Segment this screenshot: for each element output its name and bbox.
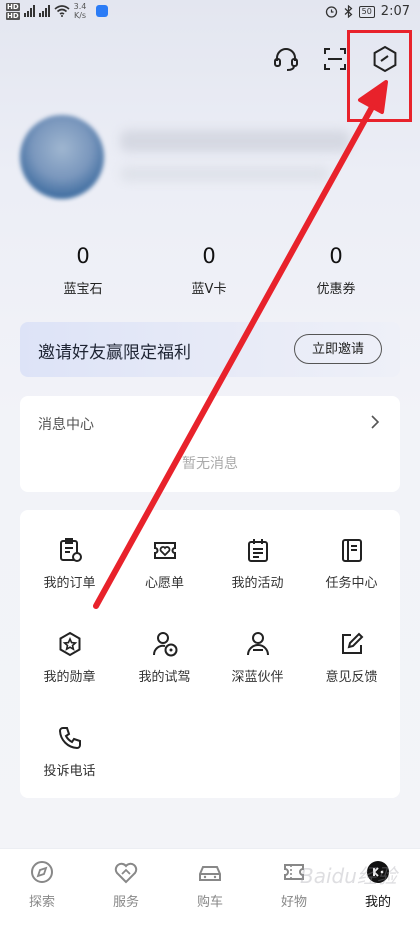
hd-badge-icon: HD	[6, 2, 20, 11]
invite-now-button[interactable]: 立即邀请	[294, 334, 382, 364]
feedback-icon	[341, 632, 363, 654]
grid-item-activities[interactable]: 我的活动	[210, 536, 305, 616]
signal-icon	[23, 5, 35, 17]
car-icon	[199, 866, 221, 881]
alarm-icon	[325, 6, 337, 18]
bluetooth-icon	[344, 5, 353, 18]
grid-item-label: 意见反馈	[325, 670, 378, 685]
customer-service-button[interactable]	[269, 42, 303, 76]
tab-label: 我的	[364, 895, 391, 910]
grid-item-feedback[interactable]: 意见反馈	[304, 630, 399, 710]
stat-sapphire[interactable]: 0 蓝宝石	[23, 244, 143, 297]
grid-item-label: 我的活动	[231, 576, 284, 591]
grid-item-task-center[interactable]: 任务中心	[304, 536, 399, 616]
status-left: HD HD 3.4 K/s	[6, 2, 109, 20]
order-icon	[59, 538, 82, 562]
stat-label: 优惠券	[316, 282, 356, 297]
stats-row: 0 蓝宝石 0 蓝V卡 0 优惠券	[0, 244, 420, 304]
grid-item-partner[interactable]: 深蓝伙伴	[210, 630, 305, 710]
grid-item-label: 投诉电话	[43, 764, 96, 779]
compass-icon	[31, 861, 53, 883]
clock: 2:07	[380, 4, 410, 19]
grid-item-label: 我的勋章	[43, 670, 96, 685]
wifi-icon	[54, 5, 70, 17]
battery-icon: 50	[358, 5, 375, 18]
stat-coupons[interactable]: 0 优惠券	[276, 244, 396, 297]
headset-icon	[274, 48, 298, 71]
blurred-username	[120, 130, 350, 152]
invite-banner[interactable]: 邀请好友赢限定福利 立即邀请	[20, 322, 400, 377]
scan-icon	[324, 48, 346, 70]
status-right: 50 2:07	[325, 4, 410, 19]
test-drive-icon	[152, 632, 177, 657]
stat-label: 蓝宝石	[63, 282, 103, 297]
grid-item-medals[interactable]: 我的勋章	[22, 630, 117, 710]
service-icon	[114, 862, 138, 884]
partner-icon	[246, 632, 269, 656]
task-icon	[341, 539, 362, 562]
grid-item-label: 我的试驾	[138, 670, 191, 685]
tab-buy-car[interactable]: 购车	[168, 859, 252, 910]
phone-icon	[58, 727, 81, 750]
grid-item-label: 我的订单	[43, 576, 96, 591]
stat-value: 0	[202, 244, 216, 268]
annotation-highlight-box	[347, 30, 412, 122]
grid-item-label: 任务中心	[325, 576, 378, 591]
grid-item-label: 心愿单	[144, 576, 184, 591]
medal-icon	[59, 631, 80, 657]
shield-app-icon	[96, 5, 109, 17]
grid-item-wishlist[interactable]: 心愿单	[117, 536, 212, 616]
tab-service[interactable]: 服务	[84, 859, 168, 910]
net-speed-value: 3.4	[73, 2, 87, 11]
grid-item-orders[interactable]: 我的订单	[22, 536, 117, 616]
chevron-right-icon	[371, 415, 380, 429]
invite-text: 邀请好友赢限定福利	[38, 343, 191, 363]
grid-item-test-drive[interactable]: 我的试驾	[117, 630, 212, 710]
activity-icon	[247, 539, 268, 562]
grid-item-complaint-phone[interactable]: 投诉电话	[22, 724, 117, 804]
stat-label: 蓝V卡	[191, 282, 227, 297]
net-speed: 3.4 K/s	[74, 2, 87, 20]
tab-label: 好物	[280, 895, 307, 910]
function-grid: 我的订单 心愿单 我的活动 任务中心 我的勋章 我的试驾 深蓝伙伴 意见反馈 投…	[20, 510, 400, 798]
net-speed-unit: K/s	[73, 11, 87, 20]
blurred-user-info	[120, 166, 330, 182]
tab-label: 探索	[28, 895, 55, 910]
watermark: Baidu经验	[300, 864, 397, 888]
stat-value: 0	[329, 244, 343, 268]
hd-badge-icon: HD	[6, 11, 20, 20]
stat-value: 0	[76, 244, 90, 268]
message-center-card[interactable]: 消息中心 暂无消息	[20, 396, 400, 492]
empty-message-text: 暂无消息	[182, 456, 238, 472]
tab-label: 服务	[112, 895, 139, 910]
tab-label: 购车	[196, 895, 223, 910]
status-bar: HD HD 3.4 K/s 50 2:07	[0, 0, 420, 26]
grid-item-label: 深蓝伙伴	[231, 670, 284, 685]
stat-blue-v-card[interactable]: 0 蓝V卡	[149, 244, 269, 297]
tab-explore[interactable]: 探索	[0, 859, 84, 910]
wishlist-icon	[153, 542, 176, 559]
message-center-title: 消息中心	[38, 417, 94, 433]
avatar[interactable]	[20, 115, 104, 199]
signal-icon	[38, 5, 50, 17]
